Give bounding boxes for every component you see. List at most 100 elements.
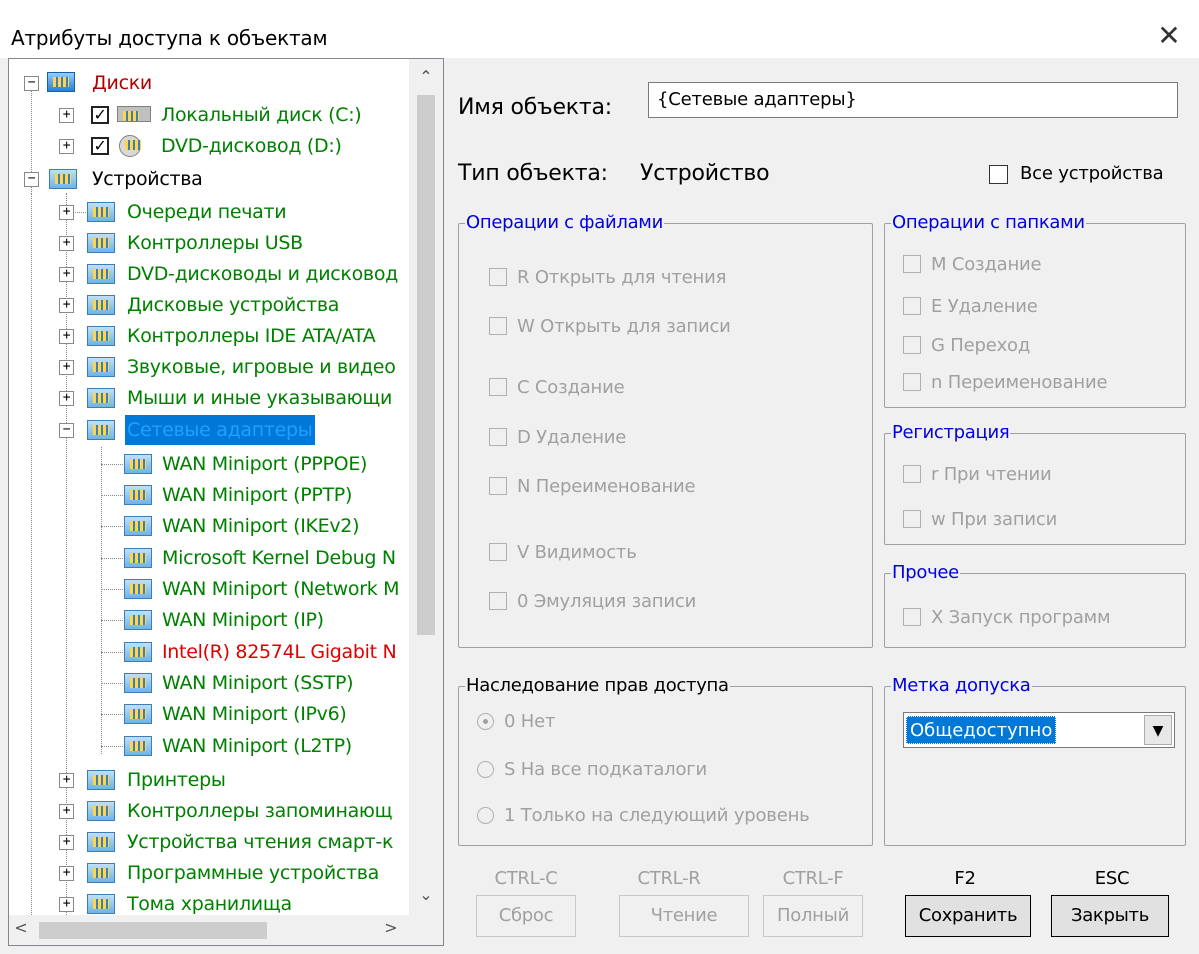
checkbox-disabled[interactable] [903, 373, 921, 391]
option-folder-delete[interactable]: E Удаление [903, 296, 1038, 318]
expand-icon[interactable]: + [59, 360, 74, 375]
tree-node-group[interactable]: + DVD-дисководы и дисковод [9, 259, 409, 289]
option-write-emulation[interactable]: 0 Эмуляция записи [489, 591, 696, 613]
tree-node-adapter[interactable]: WAN Miniport (L2TP) [9, 731, 409, 761]
checkbox-disabled[interactable] [489, 477, 507, 495]
radio-unselected[interactable] [477, 761, 494, 778]
option-read[interactable]: R Открыть для чтения [489, 267, 726, 289]
tree-node-network-adapters[interactable]: − Сетевые адаптеры [9, 415, 409, 445]
scroll-right-icon[interactable]: > [379, 918, 403, 937]
expand-icon[interactable]: + [59, 236, 74, 251]
close-icon[interactable]: ✕ [1139, 16, 1199, 56]
horizontal-scrollbar[interactable]: < > [9, 915, 409, 945]
tree-node-adapter[interactable]: Microsoft Kernel Debug N [9, 543, 409, 573]
checkbox-disabled[interactable] [489, 378, 507, 396]
access-label-select[interactable]: Общедоступно ▼ [903, 712, 1175, 748]
reset-button[interactable]: Сброс [476, 895, 576, 937]
expand-icon[interactable]: + [59, 804, 74, 819]
tree-node-adapter[interactable]: WAN Miniport (PPTP) [9, 480, 409, 510]
all-devices-checkbox[interactable] [989, 165, 1008, 184]
collapse-icon[interactable]: − [24, 172, 39, 187]
checkbox-disabled[interactable] [489, 317, 507, 335]
tree-node-adapter[interactable]: WAN Miniport (SSTP) [9, 668, 409, 698]
tree-node-group[interactable]: + Звуковые, игровые и видео [9, 352, 409, 382]
tree-node-adapter[interactable]: Intel(R) 82574L Gigabit N [9, 637, 409, 667]
scroll-up-icon[interactable]: ⌃ [409, 67, 443, 86]
expand-icon[interactable]: + [59, 866, 74, 881]
tree-node-group[interactable]: + Контроллеры USB [9, 228, 409, 258]
expand-icon[interactable]: + [59, 835, 74, 850]
save-button[interactable]: Сохранить [905, 895, 1031, 937]
tree-node-group[interactable]: + Контроллеры IDE ATA/ATA [9, 321, 409, 351]
option-create[interactable]: C Создание [489, 377, 625, 399]
read-button[interactable]: Чтение [619, 895, 749, 937]
radio-none[interactable]: 0 Нет [477, 711, 555, 733]
tree-node-group[interactable]: + Мыши и иные указывающи [9, 383, 409, 413]
expand-icon[interactable]: + [59, 267, 74, 282]
tree-node-adapter[interactable]: WAN Miniport (Network M [9, 574, 409, 604]
tree-node-devices[interactable]: − Устройства [9, 164, 409, 194]
object-name-field[interactable]: {Сетевые адаптеры} [648, 82, 1178, 118]
checkbox-disabled[interactable] [489, 268, 507, 286]
option-log-read[interactable]: r При чтении [903, 464, 1052, 486]
tree-node-adapter[interactable]: WAN Miniport (IKEv2) [9, 511, 409, 541]
radio-next-level[interactable]: 1 Только на следующий уровень [477, 805, 810, 827]
checkbox-disabled[interactable] [489, 428, 507, 446]
checkbox-checked[interactable]: ✓ [91, 106, 109, 124]
expand-icon[interactable]: + [59, 298, 74, 313]
expand-icon[interactable]: + [59, 329, 74, 344]
object-tree[interactable]: − Диски + ✓ Локальный диск (C:) + ✓ DVD-… [8, 58, 444, 946]
expand-icon[interactable]: + [59, 205, 74, 220]
option-write[interactable]: W Открыть для записи [489, 316, 731, 338]
expand-icon[interactable]: + [59, 391, 74, 406]
checkbox-disabled[interactable] [903, 336, 921, 354]
full-button[interactable]: Полный [763, 895, 863, 937]
scroll-thumb[interactable] [417, 95, 435, 635]
tree-node-dvd-drive[interactable]: + ✓ DVD-дисковод (D:) [9, 131, 409, 161]
checkbox-disabled[interactable] [903, 510, 921, 528]
expand-icon[interactable]: + [59, 139, 74, 154]
tree-node-group[interactable]: + Принтеры [9, 765, 409, 795]
option-rename[interactable]: N Переименование [489, 476, 696, 498]
option-visibility[interactable]: V Видимость [489, 542, 637, 564]
expand-icon[interactable]: + [59, 897, 74, 912]
vertical-scrollbar[interactable]: ⌃ ⌄ [409, 59, 443, 915]
tree-node-local-disk[interactable]: + ✓ Локальный диск (C:) [9, 100, 409, 130]
checkbox-disabled[interactable] [489, 592, 507, 610]
scroll-down-icon[interactable]: ⌄ [409, 885, 443, 904]
checkbox-disabled[interactable] [903, 255, 921, 273]
tree-node-adapter[interactable]: WAN Miniport (IP) [9, 605, 409, 635]
tree-node-group[interactable]: + Тома хранилища [9, 889, 409, 915]
collapse-icon[interactable]: − [24, 76, 39, 91]
tree-node-group[interactable]: + Программные устройства [9, 858, 409, 888]
expand-icon[interactable]: + [59, 108, 74, 123]
tree-node-group[interactable]: + Контроллеры запоминающ [9, 796, 409, 826]
tree-label: WAN Miniport (Network M [162, 578, 400, 600]
chevron-down-icon[interactable]: ▼ [1144, 715, 1172, 745]
tree-node-disks[interactable]: − Диски [9, 68, 409, 98]
close-button[interactable]: Закрыть [1051, 895, 1169, 937]
checkbox-checked[interactable]: ✓ [91, 137, 109, 155]
tree-node-group[interactable]: + Очереди печати [9, 197, 409, 227]
option-folder-navigate[interactable]: G Переход [903, 335, 1030, 357]
scroll-thumb[interactable] [39, 922, 267, 939]
checkbox-disabled[interactable] [903, 608, 921, 626]
option-log-write[interactable]: w При записи [903, 509, 1057, 531]
option-folder-create[interactable]: M Создание [903, 254, 1042, 276]
collapse-icon[interactable]: − [59, 423, 74, 438]
tree-node-adapter[interactable]: WAN Miniport (PPPOE) [9, 449, 409, 479]
radio-unselected[interactable] [477, 807, 494, 824]
expand-icon[interactable]: + [59, 773, 74, 788]
option-folder-rename[interactable]: n Переименование [903, 372, 1108, 394]
checkbox-disabled[interactable] [903, 465, 921, 483]
tree-node-group[interactable]: + Дисковые устройства [9, 290, 409, 320]
radio-selected[interactable] [477, 713, 494, 730]
tree-node-group[interactable]: + Устройства чтения смарт-к [9, 827, 409, 857]
checkbox-disabled[interactable] [489, 543, 507, 561]
radio-all-subfolders[interactable]: S На все подкаталоги [477, 759, 707, 781]
tree-node-adapter[interactable]: WAN Miniport (IPv6) [9, 699, 409, 729]
option-delete[interactable]: D Удаление [489, 427, 626, 449]
checkbox-disabled[interactable] [903, 297, 921, 315]
option-run-programs[interactable]: X Запуск программ [903, 607, 1111, 629]
scroll-left-icon[interactable]: < [9, 918, 33, 937]
